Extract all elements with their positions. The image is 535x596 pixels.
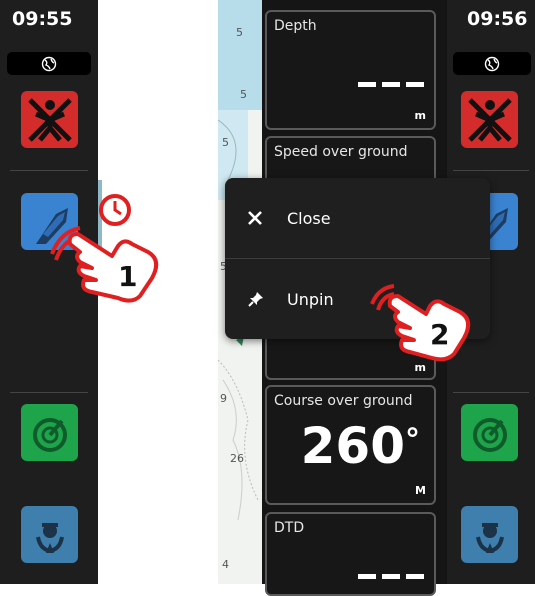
clock: 09:56 [467,8,528,30]
step-number-1: 1 [118,260,138,293]
radar-icon [472,417,507,452]
clock: 09:55 [12,8,73,30]
divider [453,392,529,393]
tile-value: 260° [301,417,420,475]
depth-label: 9 [220,392,227,405]
autopilot-icon [35,522,64,553]
depth-label: 5 [236,26,243,39]
depth-label: 5 [222,136,229,149]
radar-button[interactable] [461,404,518,461]
pin-icon [247,290,265,308]
globe-button[interactable] [453,52,531,75]
man-overboard-button[interactable] [21,91,78,148]
tile-label: Course over ground [274,393,413,409]
step-number-2: 2 [430,318,450,351]
depth-tile[interactable]: Depth m [265,10,436,130]
long-press-hand-icon [50,194,159,303]
tile-unit: M [415,484,426,497]
close-label: Close [287,208,331,228]
tap-hand-icon [370,284,471,362]
tile-label: DTD [274,520,305,536]
man-overboard-button[interactable] [461,91,518,148]
autopilot-icon [475,522,504,553]
tile-label: Depth [274,18,317,34]
tile-label: Speed over ground [274,144,408,160]
divider [10,392,88,393]
no-data-dashes [358,574,424,579]
depth-label: 5 [240,88,247,101]
close-menu-item[interactable]: Close [225,178,490,258]
man-overboard-icon [27,97,72,142]
globe-icon [484,56,500,71]
depth-label: 4 [222,558,229,571]
close-icon [247,210,263,226]
radar-icon [32,417,67,452]
globe-button[interactable] [7,52,91,75]
man-overboard-icon [467,97,512,142]
course-over-ground-tile[interactable]: Course over ground 260° M [265,385,436,505]
degree-symbol: ° [405,423,420,458]
autopilot-button[interactable] [21,506,78,563]
divider [10,170,88,171]
divider [453,170,529,171]
globe-icon [41,56,57,71]
no-data-dashes [358,82,424,87]
radar-button[interactable] [21,404,78,461]
dtd-tile[interactable]: DTD [265,512,436,596]
depth-label: 26 [230,452,244,465]
course-value: 260 [300,417,405,475]
unpin-label: Unpin [287,289,334,309]
tile-unit: m [414,109,426,122]
autopilot-button[interactable] [461,506,518,563]
